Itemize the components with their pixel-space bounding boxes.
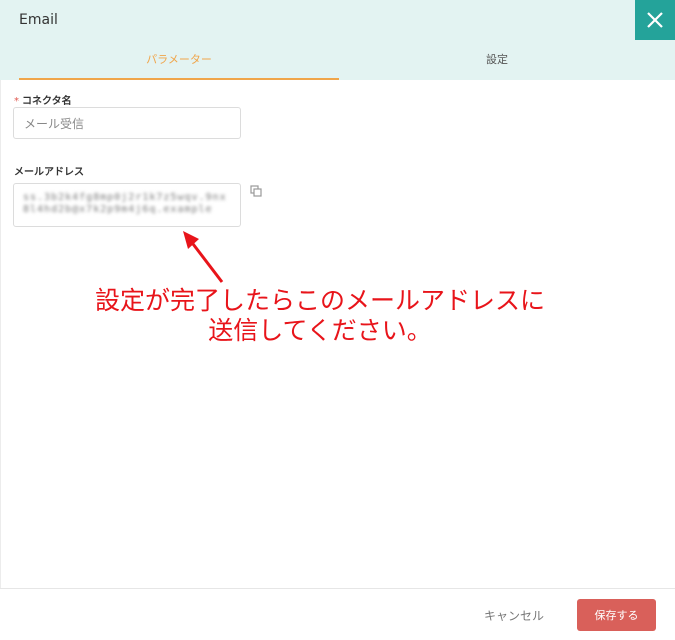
- annotation-line-1: 設定が完了したらこのメールアドレスに: [94, 286, 545, 315]
- email-address-value: ss.3b2k4fg8mp0j2r1k7z5wqv.9nx8l4hd2b@x7k…: [23, 192, 227, 215]
- close-icon: [647, 12, 663, 28]
- tab-parameters[interactable]: パラメーター: [19, 45, 339, 80]
- annotation-line-2: 送信してください。: [208, 316, 432, 345]
- email-address-label: メールアドレス: [14, 167, 84, 178]
- connector-name-label: * コネクタ名: [14, 92, 72, 107]
- connector-name-input[interactable]: [13, 107, 241, 139]
- dialog-footer: キャンセル 保存する: [0, 588, 675, 640]
- save-button[interactable]: 保存する: [577, 599, 656, 631]
- email-connector-dialog: Email パラメーター 設定 *コネクタ名 メールアドレス ss.3b2k4f…: [0, 0, 675, 640]
- dialog-header: Email パラメーター 設定: [0, 0, 675, 80]
- tab-settings[interactable]: 設定: [339, 45, 655, 79]
- email-address-field[interactable]: ss.3b2k4fg8mp0j2r1k7z5wqv.9nx8l4hd2b@x7k…: [13, 183, 241, 227]
- close-button[interactable]: [635, 0, 675, 40]
- dialog-title: Email: [19, 12, 58, 28]
- dialog-left-border: [0, 80, 1, 640]
- cancel-button[interactable]: キャンセル: [478, 601, 550, 629]
- required-mark: *: [14, 96, 19, 107]
- copy-icon[interactable]: [250, 185, 262, 197]
- connector-name-label-text: コネクタ名: [22, 96, 72, 107]
- annotation-text: 設定が完了したらこのメールアドレスに 送信してください。: [60, 286, 580, 346]
